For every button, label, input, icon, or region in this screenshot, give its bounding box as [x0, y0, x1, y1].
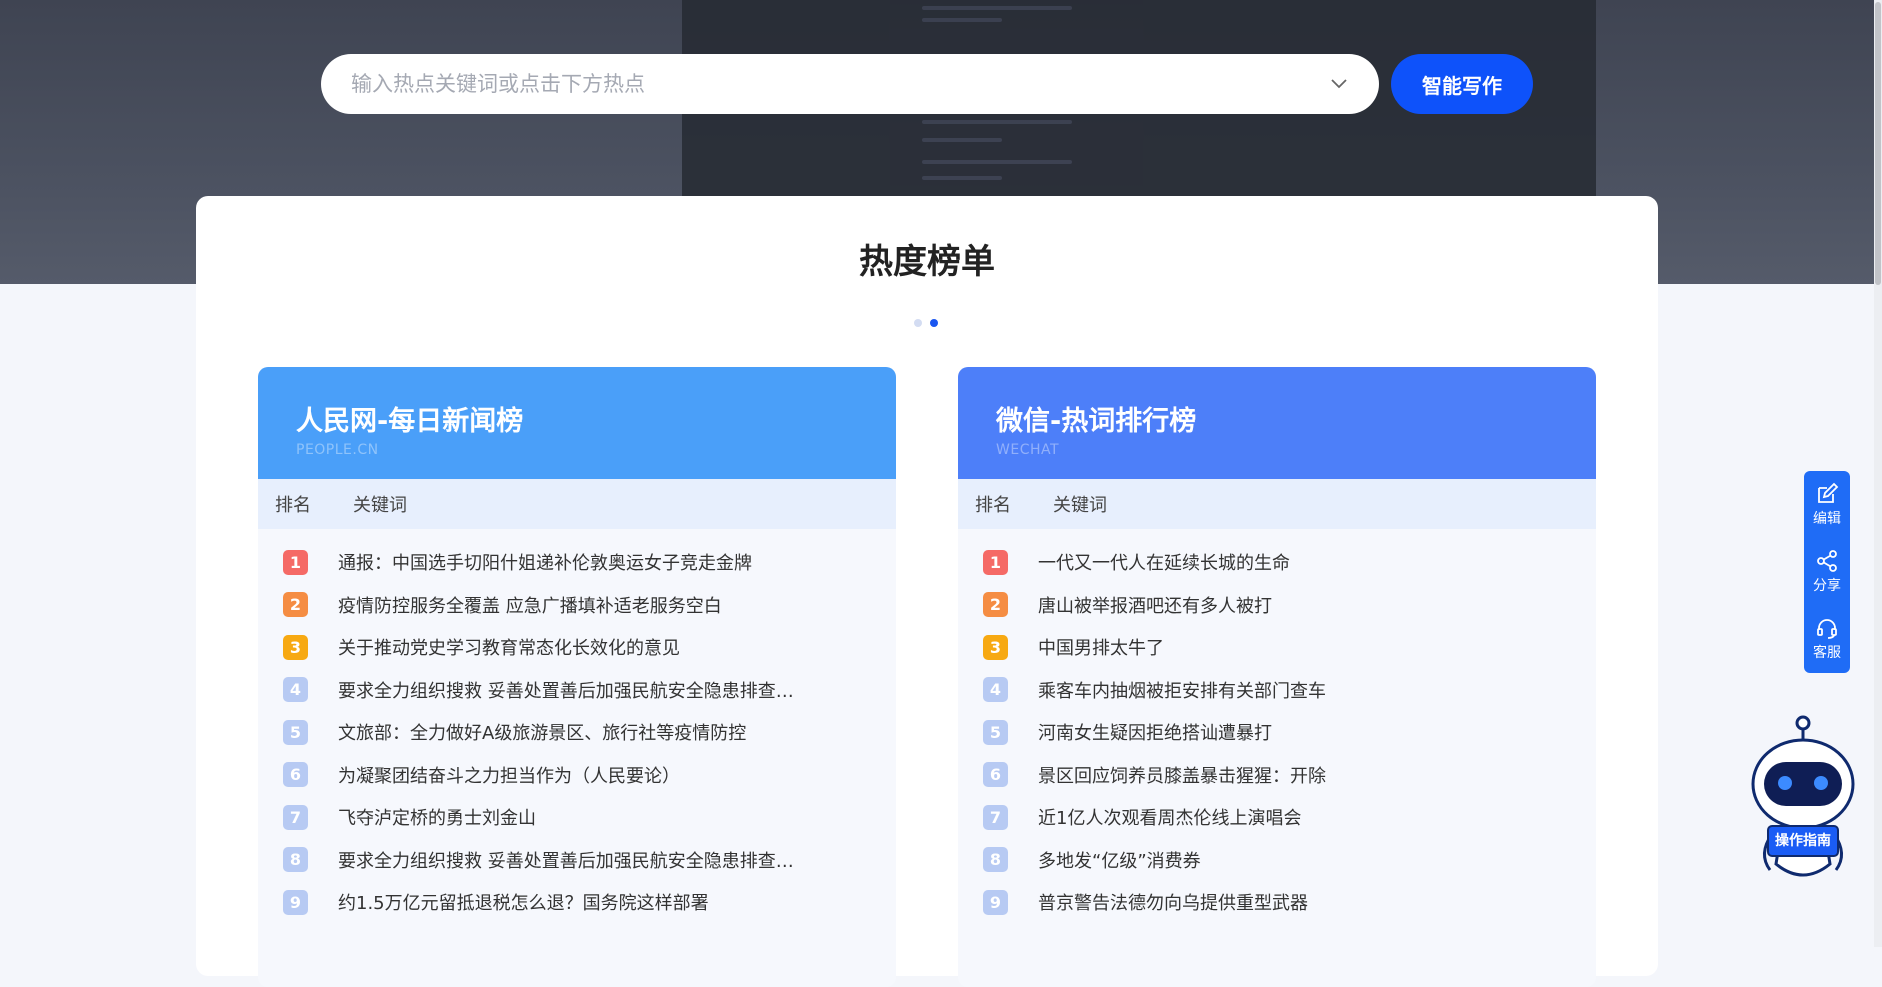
rank-badge: 3 [983, 634, 1008, 660]
rank-badge: 7 [283, 804, 308, 830]
board-column-header: 排名 关键词 [958, 479, 1596, 529]
guide-robot[interactable]: 操作指南 [1750, 714, 1856, 889]
rank-badge: 8 [283, 847, 308, 873]
keyword-link[interactable]: 疫情防控服务全覆盖 应急广播填补适老服务空白 [338, 592, 722, 618]
board-header: 人民网-每日新闻榜 PEOPLE.CN [258, 367, 896, 479]
scrollbar-thumb[interactable] [1875, 2, 1881, 285]
keyword-link[interactable]: 近1亿人次观看周杰伦线上演唱会 [1038, 804, 1301, 830]
keyword-link[interactable]: 为凝聚团结奋斗之力担当作为（人民要论） [338, 762, 680, 788]
board-people: 人民网-每日新闻榜 PEOPLE.CN 排名 关键词 1 通报：中国选手切阳什姐递… [258, 367, 896, 987]
column-rank: 排名 [975, 495, 1011, 516]
list-item[interactable]: 1 通报：中国选手切阳什姐递补伦敦奥运女子竞走金牌 [258, 541, 896, 584]
edit-icon [1818, 482, 1839, 503]
list-item[interactable]: 9 普京警告法德勿向乌提供重型武器 [958, 881, 1596, 924]
column-rank: 排名 [275, 495, 311, 516]
rank-badge: 4 [983, 677, 1008, 703]
keyword-link[interactable]: 唐山被举报酒吧还有多人被打 [1038, 592, 1272, 618]
share-button[interactable]: 分享 [1804, 538, 1850, 605]
board-column-header: 排名 关键词 [258, 479, 896, 529]
floating-toolbar: 编辑 分享 客服 [1804, 471, 1850, 673]
board-title: 人民网-每日新闻榜 [296, 406, 524, 437]
section-title: 热度榜单 [859, 242, 995, 282]
column-keyword: 关键词 [353, 495, 407, 516]
search-input[interactable] [349, 71, 1327, 97]
carousel-dot-1[interactable] [914, 319, 922, 327]
robot-icon [1751, 715, 1855, 877]
headset-icon [1817, 618, 1837, 639]
rank-badge: 3 [283, 634, 308, 660]
keyword-link[interactable]: 普京警告法德勿向乌提供重型武器 [1038, 889, 1308, 915]
list-item[interactable]: 6 景区回应饲养员膝盖暴击猩猩：开除 [958, 754, 1596, 797]
chevron-down-icon[interactable] [1327, 72, 1351, 96]
smart-write-button[interactable]: 智能写作 [1391, 54, 1533, 114]
board-subtitle: WECHAT [996, 442, 1060, 458]
list-item[interactable]: 5 文旅部：全力做好A级旅游景区、旅行社等疫情防控 [258, 711, 896, 754]
keyword-link[interactable]: 景区回应饲养员膝盖暴击猩猩：开除 [1038, 762, 1326, 788]
keyword-link[interactable]: 要求全力组织搜救 妥善处置善后加强民航安全隐患排查 ... [338, 677, 798, 703]
edit-button[interactable]: 编辑 [1804, 471, 1850, 538]
board-subtitle: PEOPLE.CN [296, 442, 379, 458]
keyword-link[interactable]: 约1.5万亿元留抵退税怎么退？国务院这样部署 [338, 889, 709, 915]
rank-badge: 9 [283, 889, 308, 915]
rank-badge: 1 [983, 549, 1008, 575]
rank-badge: 5 [983, 719, 1008, 745]
list-item[interactable]: 7 飞夺泸定桥的勇士刘金山 [258, 796, 896, 839]
keyword-link[interactable]: 河南女生疑因拒绝搭讪遭暴打 [1038, 719, 1272, 745]
rank-badge: 2 [983, 592, 1008, 618]
list-item[interactable]: 4 乘客车内抽烟被拒安排有关部门查车 [958, 669, 1596, 712]
rank-badge: 5 [283, 719, 308, 745]
edit-label: 编辑 [1813, 510, 1841, 527]
scrollbar[interactable] [1874, 0, 1882, 947]
rank-badge: 4 [283, 677, 308, 703]
keyword-link[interactable]: 要求全力组织搜救 妥善处置善后加强民航安全隐患排查 ... [338, 847, 798, 873]
keyword-link[interactable]: 乘客车内抽烟被拒安排有关部门查车 [1038, 677, 1326, 703]
rank-badge: 1 [283, 549, 308, 575]
list-item[interactable]: 3 中国男排太牛了 [958, 626, 1596, 669]
keyword-link[interactable]: 飞夺泸定桥的勇士刘金山 [338, 804, 536, 830]
robot-label: 操作指南 [1775, 833, 1831, 849]
share-icon [1817, 549, 1837, 572]
board-list: 1 通报：中国选手切阳什姐递补伦敦奥运女子竞走金牌 2 疫情防控服务全覆盖 应急广播… [258, 529, 896, 924]
list-item[interactable]: 2 唐山被举报酒吧还有多人被打 [958, 584, 1596, 627]
list-item[interactable]: 8 要求全力组织搜救 妥善处置善后加强民航安全隐患排查 ... [258, 839, 896, 882]
keyword-link[interactable]: 文旅部：全力做好A级旅游景区、旅行社等疫情防控 [338, 719, 746, 745]
keyword-link[interactable]: 中国男排太牛了 [1038, 634, 1164, 660]
search-box[interactable] [321, 54, 1379, 114]
keyword-link[interactable]: 通报：中国选手切阳什姐递补伦敦奥运女子竞走金牌 [338, 549, 752, 575]
rank-badge: 9 [983, 889, 1008, 915]
board-title: 微信-热词排行榜 [996, 406, 1197, 437]
service-label: 客服 [1813, 644, 1841, 661]
list-item[interactable]: 1 一代又一代人在延续长城的生命 [958, 541, 1596, 584]
board-wechat: 微信-热词排行榜 WECHAT 排名 关键词 1 一代又一代人在延续长城的生命 2… [958, 367, 1596, 987]
list-item[interactable]: 8 多地发“亿级”消费券 [958, 839, 1596, 882]
carousel-dot-2[interactable] [930, 319, 938, 327]
share-label: 分享 [1813, 577, 1841, 594]
rank-badge: 7 [983, 804, 1008, 830]
board-list: 1 一代又一代人在延续长城的生命 2 唐山被举报酒吧还有多人被打 3 中国男排太牛了 … [958, 529, 1596, 924]
list-item[interactable]: 9 约1.5万亿元留抵退税怎么退？国务院这样部署 [258, 881, 896, 924]
customer-service-button[interactable]: 客服 [1804, 605, 1850, 672]
list-item[interactable]: 4 要求全力组织搜救 妥善处置善后加强民航安全隐患排查 ... [258, 669, 896, 712]
rank-badge: 6 [983, 762, 1008, 788]
rank-badge: 2 [283, 592, 308, 618]
board-header: 微信-热词排行榜 WECHAT [958, 367, 1596, 479]
list-item[interactable]: 6 为凝聚团结奋斗之力担当作为（人民要论） [258, 754, 896, 797]
keyword-link[interactable]: 关于推动党史学习教育常态化长效化的意见 [338, 634, 680, 660]
column-keyword: 关键词 [1053, 495, 1107, 516]
hot-ranking-card: 热度榜单 人民网-每日新闻榜 PEOPLE.CN 排名 关键词 1 通报：中国选手… [196, 196, 1658, 987]
rank-badge: 8 [983, 847, 1008, 873]
list-item[interactable]: 3 关于推动党史学习教育常态化长效化的意见 [258, 626, 896, 669]
keyword-link[interactable]: 多地发“亿级”消费券 [1038, 847, 1201, 873]
list-item[interactable]: 5 河南女生疑因拒绝搭讪遭暴打 [958, 711, 1596, 754]
carousel-dots [914, 319, 938, 327]
rank-badge: 6 [283, 762, 308, 788]
list-item[interactable]: 7 近1亿人次观看周杰伦线上演唱会 [958, 796, 1596, 839]
keyword-link[interactable]: 一代又一代人在延续长城的生命 [1038, 549, 1290, 575]
list-item[interactable]: 2 疫情防控服务全覆盖 应急广播填补适老服务空白 [258, 584, 896, 627]
